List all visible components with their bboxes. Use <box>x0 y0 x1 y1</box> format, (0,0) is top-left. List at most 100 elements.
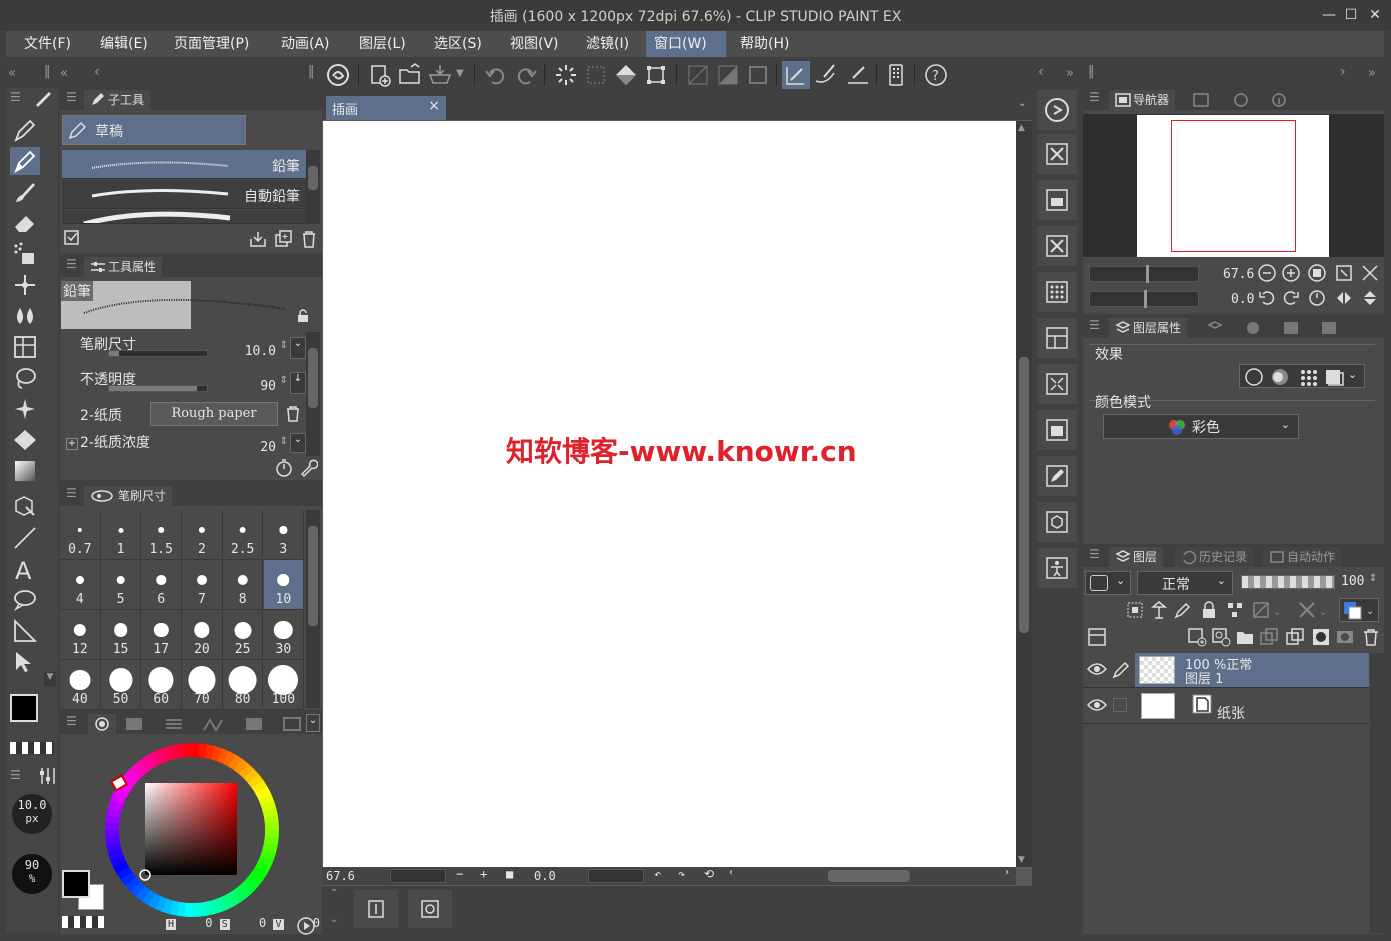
material-image-icon[interactable] <box>1037 180 1077 220</box>
collapse-up-icon[interactable]: ⌃ <box>330 888 338 899</box>
redo-icon[interactable] <box>512 61 540 89</box>
border-effect-icon[interactable] <box>1244 367 1264 387</box>
spin-icon[interactable]: ⇕ <box>280 340 288 351</box>
maximize-button[interactable]: ☐ <box>1340 4 1362 26</box>
subtool-scrollbar[interactable] <box>306 150 320 224</box>
prop-opacity[interactable]: 不透明度 90 ⇕ ↓ <box>62 367 306 401</box>
brush-tool-icon[interactable] <box>10 178 40 206</box>
new-file-icon[interactable] <box>366 61 394 89</box>
blend-tool-icon[interactable] <box>10 302 40 330</box>
approximate-color-tab-icon[interactable] <box>244 716 264 732</box>
brush-size-cell[interactable]: 2 <box>182 510 223 560</box>
tab-brush-size[interactable]: 笔刷尺寸 <box>84 486 173 506</box>
material-x2-icon[interactable] <box>1037 226 1077 266</box>
clip-studio-icon[interactable] <box>324 61 352 89</box>
spin-icon[interactable]: ⇕ <box>280 375 288 386</box>
wrench-icon[interactable] <box>298 458 318 478</box>
apply-mask-icon[interactable] <box>1335 627 1355 647</box>
timer-icon[interactable] <box>274 458 294 478</box>
trash-icon[interactable] <box>299 229 319 249</box>
subtool-settings-icon[interactable] <box>62 228 82 248</box>
material-frame-icon[interactable] <box>1037 318 1077 358</box>
material-figure-icon[interactable] <box>1037 548 1077 588</box>
color-set-tab-icon[interactable] <box>164 716 184 732</box>
brush-size-cell[interactable]: 4 <box>60 560 101 610</box>
prop-paper-density-value[interactable]: 20 <box>260 440 276 455</box>
material-edit-icon[interactable] <box>1037 456 1077 496</box>
frame-icon[interactable] <box>354 890 398 928</box>
tab-layer-property[interactable]: 图层属性 <box>1109 318 1188 338</box>
material-3d-icon[interactable] <box>1037 502 1077 542</box>
minimize-button[interactable]: — <box>1318 4 1340 26</box>
transform-icon[interactable] <box>642 61 670 89</box>
scroll-right-icon[interactable]: › <box>1004 867 1010 878</box>
blend-mode-select[interactable]: 正常 ⌄ <box>1137 571 1233 595</box>
menu-lines-icon[interactable]: ☰ <box>66 486 77 500</box>
menu-filter[interactable]: 滤镜(I) <box>578 31 637 57</box>
brush-size-indicator[interactable]: 10.0 px <box>12 794 52 834</box>
menu-edit[interactable]: 编辑(E) <box>92 31 156 57</box>
tab-subtool[interactable]: 子工具 <box>84 90 151 110</box>
tab-tool-property[interactable]: 工具属性 <box>84 257 163 277</box>
tab-navigator[interactable]: 导航器 <box>1109 90 1176 110</box>
color-slider-tab-icon[interactable] <box>124 716 144 732</box>
lock-transparent-icon[interactable] <box>1225 600 1245 620</box>
canvas-zoom-value[interactable]: 67.6 <box>326 869 355 883</box>
layer-panel-menu-icon[interactable] <box>1087 627 1107 647</box>
tab-history[interactable]: 历史记录 <box>1175 547 1254 567</box>
sub-view-2-tab-icon[interactable] <box>1231 92 1251 108</box>
chevron-left-icon[interactable]: ‹ <box>94 64 100 80</box>
layer-row[interactable]: 100 %正常 图层 1 <box>1083 653 1369 688</box>
canvas-vertical-scrollbar[interactable]: ▲ ▼ <box>1016 121 1032 867</box>
loading-icon[interactable] <box>552 61 580 89</box>
rotate-right-icon[interactable]: ↷ <box>678 867 685 881</box>
save-icon[interactable] <box>426 61 454 89</box>
layer-row[interactable]: 纸张 <box>1083 689 1369 724</box>
pen-line-icon[interactable] <box>844 61 872 89</box>
device-icon[interactable] <box>882 61 910 89</box>
undo-icon[interactable] <box>482 61 510 89</box>
eye-icon[interactable] <box>1087 661 1107 677</box>
eye-icon[interactable] <box>1087 697 1107 713</box>
material-x-icon[interactable] <box>1037 134 1077 174</box>
zoom-out-icon[interactable] <box>1257 263 1277 283</box>
menu-page[interactable]: 页面管理(P) <box>166 31 257 57</box>
spray-tool-icon[interactable] <box>10 240 40 268</box>
layer-color-icon[interactable] <box>1324 367 1344 387</box>
brush-size-cell[interactable]: 1 <box>100 510 142 560</box>
menu-view[interactable]: 视图(V) <box>502 31 567 57</box>
scroll-down-icon[interactable]: ▼ <box>44 672 56 686</box>
new-folder-icon[interactable] <box>1235 627 1255 647</box>
actual-size-icon[interactable] <box>1307 263 1327 283</box>
rotate-left-icon[interactable] <box>1257 288 1277 308</box>
prop-brush-size-value[interactable]: 10.0 <box>245 344 276 359</box>
color-mode-select[interactable]: 彩色 ⌄ <box>1103 414 1299 439</box>
layer-search-tab-icon[interactable] <box>1205 320 1225 336</box>
gradient-tool-icon[interactable] <box>10 457 40 485</box>
brush-size-cell[interactable]: 10 <box>263 560 305 610</box>
opacity-slider[interactable] <box>108 385 208 392</box>
transparent-color-swatch[interactable] <box>10 742 54 754</box>
brush-size-slider[interactable] <box>108 350 208 357</box>
expand-prop-icon[interactable]: ⌄ <box>290 433 306 453</box>
layer-mask-tab-icon[interactable] <box>1281 320 1301 336</box>
frame-tool-icon[interactable] <box>10 333 40 361</box>
duplicate-icon[interactable] <box>274 229 294 249</box>
menu-lines-icon[interactable]: ☰ <box>1089 90 1100 104</box>
layer-scrollbar[interactable] <box>1370 653 1384 933</box>
tone-effect-icon[interactable] <box>1298 367 1318 387</box>
canvas-angle-value[interactable]: 0.0 <box>534 869 556 883</box>
main-color-swatch[interactable] <box>62 870 90 898</box>
info-tab-icon[interactable] <box>1269 92 1289 108</box>
rotate-right-icon[interactable] <box>1281 288 1301 308</box>
fill-icon[interactable] <box>612 61 640 89</box>
canvas-horizontal-thumb[interactable] <box>828 870 910 882</box>
ruler-tool-icon[interactable] <box>10 617 40 645</box>
correct-line-tool-icon[interactable] <box>10 648 40 676</box>
reset-rotate-icon[interactable] <box>1307 288 1327 308</box>
navigator-angle-value[interactable]: 0.0 <box>1231 292 1254 307</box>
brush-size-cell[interactable]: 15 <box>100 610 142 660</box>
brush-size-cell[interactable]: 70 <box>182 660 223 710</box>
draft-layer-icon[interactable] <box>1173 600 1193 620</box>
hue-ring[interactable] <box>100 738 284 922</box>
